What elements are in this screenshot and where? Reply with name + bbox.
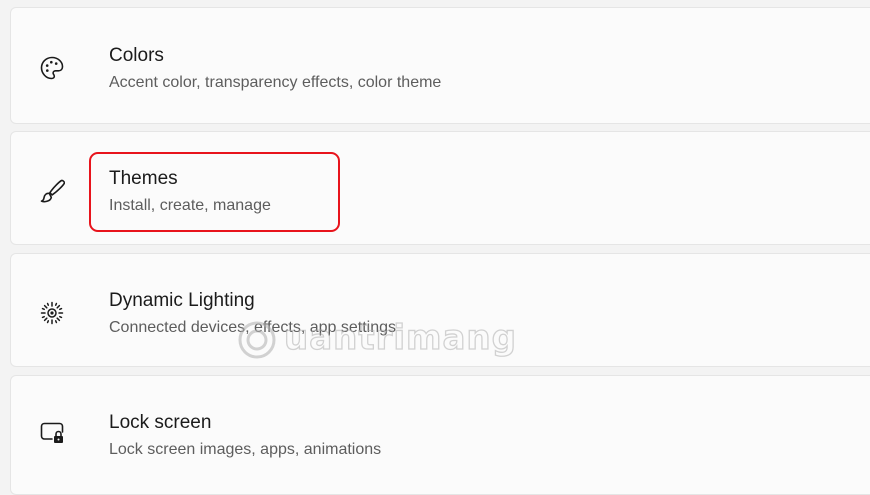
settings-item-title: Colors [109,45,164,66]
settings-item-subtitle: Connected devices, effects, app settings [109,319,396,336]
settings-item-colors[interactable]: Colors Accent color, transparency effect… [10,7,870,124]
palette-icon [39,55,65,81]
settings-item-subtitle: Lock screen images, apps, animations [109,441,382,458]
settings-item-title: Lock screen [109,412,212,433]
lock-screen-icon [39,419,65,445]
dynamic-lighting-icon [39,300,65,326]
settings-item-lock-screen[interactable]: Lock screen Lock screen images, apps, an… [10,375,870,495]
brush-icon [39,178,65,204]
settings-item-themes[interactable]: Themes Install, create, manage [10,131,870,245]
settings-item-subtitle: Install, create, manage [109,197,271,214]
settings-item-subtitle: Accent color, transparency effects, colo… [109,74,442,91]
settings-item-title: Themes [109,168,178,189]
settings-item-title: Dynamic Lighting [109,290,255,311]
settings-item-dynamic-lighting[interactable]: Dynamic Lighting Connected devices, effe… [10,253,870,367]
